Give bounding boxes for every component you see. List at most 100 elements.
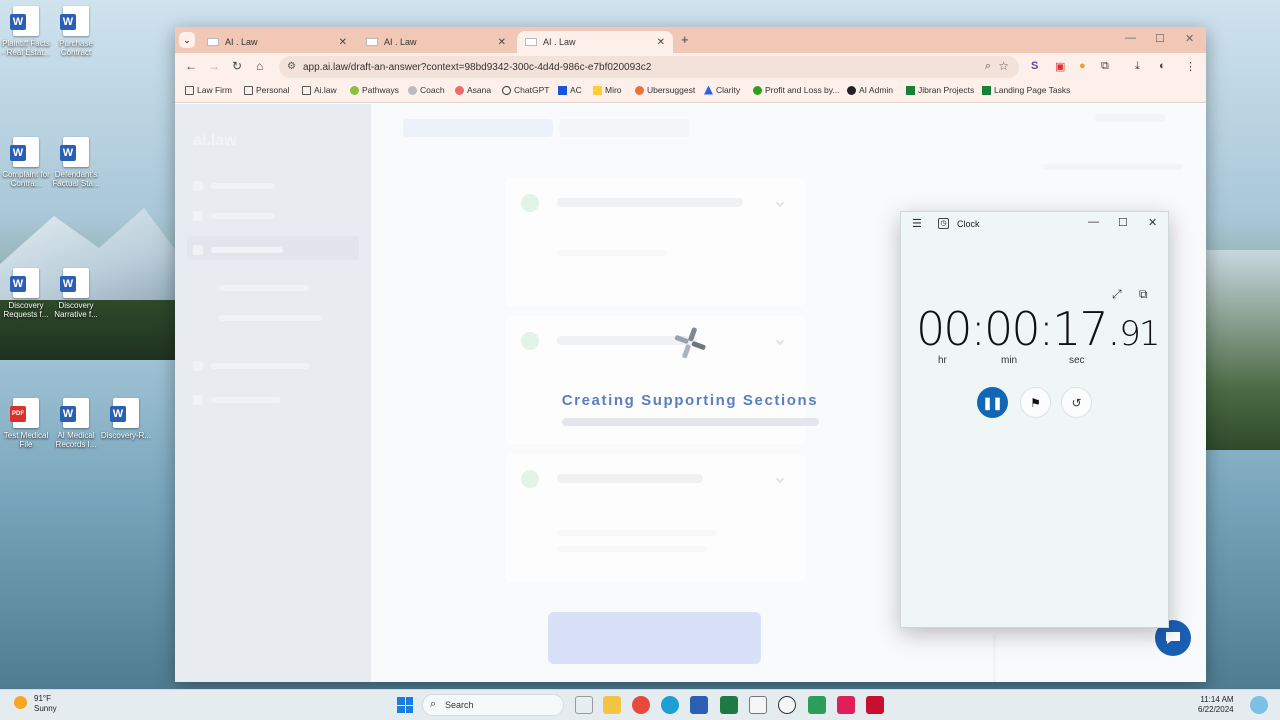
word-icon[interactable] [690, 696, 708, 714]
folder-icon [185, 85, 194, 95]
slack-icon[interactable] [837, 696, 855, 714]
desktop-icon[interactable]: PDF Test Medical File [0, 398, 52, 449]
ai-law-favicon-icon [207, 38, 219, 46]
bookmark-label: AC [570, 85, 582, 95]
bookmark-item[interactable]: Asana [455, 85, 491, 95]
coach-icon [408, 85, 417, 95]
expand-icon[interactable]: ⤢ [1112, 287, 1122, 302]
close-tab-icon[interactable]: ✕ [498, 37, 506, 48]
bookmark-item[interactable]: Miro [593, 85, 622, 95]
browser-tab[interactable]: AI . Law ✕ [199, 31, 355, 53]
browser-tab[interactable]: AI . Law ✕ [358, 31, 514, 53]
temperature: 91°F [34, 694, 51, 703]
close-tab-icon[interactable]: ✕ [339, 37, 347, 48]
desktop-icon-label: Discovery Requests f... [3, 301, 49, 319]
hamburger-menu-icon[interactable]: ☰ [912, 217, 922, 230]
sheets-icon [906, 85, 915, 95]
mail-icon[interactable] [575, 696, 593, 714]
bookmark-item[interactable]: ChatGPT [502, 85, 549, 95]
download-icon[interactable]: ⤓ [1135, 60, 1140, 73]
profile-avatar-icon[interactable]: ◐ [1159, 60, 1166, 72]
close-tab-icon[interactable]: ✕ [657, 37, 665, 48]
desktop-icon[interactable]: W AI Medical Records I... [50, 398, 102, 449]
system-clock[interactable]: 11:14 AM 6/22/2024 [1198, 695, 1234, 715]
windows-start-icon[interactable] [397, 697, 413, 713]
bookmark-item[interactable]: Jibran Projects [906, 85, 974, 95]
excel-icon[interactable] [720, 696, 738, 714]
maximize-icon[interactable]: ☐ [1155, 32, 1165, 45]
desktop-icon[interactable]: W Plaintiff Facts - Real Estat... [0, 6, 52, 57]
bookmark-label: ChatGPT [514, 85, 550, 95]
url-text: app.ai.law/draft-an-answer?context=98bd9… [303, 61, 652, 73]
reset-button[interactable]: ↺ [1061, 387, 1092, 418]
taskbar: 91°F Sunny ⌕ Search 11:14 AM 6/22/2024 [0, 689, 1280, 720]
bookmark-label: Law Firm [197, 85, 232, 95]
folder-icon [302, 85, 311, 95]
site-info-icon[interactable]: ⚙ [287, 61, 296, 72]
bookmark-item[interactable]: Coach [408, 85, 445, 95]
new-tab-icon[interactable]: + [681, 32, 689, 47]
desktop-icon[interactable]: W Discovery Narrative f... [50, 268, 102, 319]
search-placeholder: Search [445, 700, 474, 710]
bookmark-star-icon[interactable]: ☆ [998, 59, 1009, 73]
bookmark-label: Ubersuggest [647, 85, 696, 95]
keep-on-top-icon[interactable]: ⧉ [1139, 287, 1148, 302]
bookmark-item[interactable]: Landing Page Tasks [982, 85, 1070, 95]
desktop-icon[interactable]: W Discovery-R... [100, 398, 152, 440]
extension-s-icon[interactable]: S [1031, 60, 1038, 72]
taskbar-search[interactable]: ⌕ Search [422, 694, 564, 716]
weather-widget[interactable]: 91°F Sunny [14, 694, 57, 714]
meet-icon[interactable] [808, 696, 826, 714]
address-bar[interactable]: ⚙ app.ai.law/draft-an-answer?context=98b… [279, 56, 1019, 78]
bookmark-item[interactable]: Law Firm [185, 85, 232, 95]
clock-taskbar-icon[interactable] [778, 696, 796, 714]
copilot-icon[interactable] [1250, 696, 1268, 714]
tab-title: AI . Law [543, 37, 576, 47]
file-explorer-icon[interactable] [603, 696, 621, 714]
chrome-icon[interactable] [632, 696, 650, 714]
close-window-icon[interactable]: ✕ [1148, 216, 1157, 229]
bookmark-item[interactable]: Ubersuggest [635, 85, 695, 95]
desktop-icon[interactable]: W Discovery Requests f... [0, 268, 52, 319]
maximize-icon[interactable]: ☐ [1118, 216, 1128, 229]
desktop-icon-label: Purchase Contract [59, 39, 93, 57]
pause-button[interactable]: ❚❚ [977, 387, 1008, 418]
home-icon[interactable]: ⌂ [256, 59, 263, 73]
close-window-icon[interactable]: ✕ [1185, 32, 1194, 45]
desktop-icon[interactable]: W Purchase Contract [50, 6, 102, 57]
extension-calendar-icon[interactable]: ▣ [1055, 60, 1065, 73]
tab-search-button[interactable]: ⌄ [179, 32, 195, 48]
word-file-icon: W [10, 137, 39, 167]
bookmark-item[interactable]: Personal [244, 85, 290, 95]
tab-title: AI . Law [225, 37, 258, 47]
hours-label: hr [938, 355, 947, 366]
forward-icon[interactable]: → [208, 59, 220, 73]
back-icon[interactable]: ← [185, 59, 197, 73]
asana-icon [455, 85, 464, 95]
browser-tab-active[interactable]: AI . Law ✕ [517, 31, 673, 53]
zoom-icon[interactable]: ⌕ [985, 60, 991, 73]
lap-button[interactable]: ⚑ [1020, 387, 1051, 418]
desktop-icon[interactable]: W Defendant's Factual Sta... [50, 137, 102, 188]
minimize-icon[interactable]: — [1088, 216, 1099, 228]
extension-orange-icon[interactable]: ● [1079, 60, 1086, 72]
miro-icon [593, 85, 602, 95]
bookmark-item[interactable]: AC [558, 85, 582, 95]
bookmark-item[interactable]: Clarity [704, 85, 740, 95]
bookmark-label: Clarity [716, 85, 741, 95]
desktop-icon[interactable]: W Complaint for Contra... [0, 137, 52, 188]
browser-menu-icon[interactable]: ⋮ [1185, 60, 1196, 73]
reload-icon[interactable]: ↻ [232, 59, 242, 73]
desktop-icon-label: Discovery Narrative f... [54, 301, 98, 319]
ai-law-favicon-icon [366, 38, 378, 46]
bookmark-item[interactable]: AI Admin [847, 85, 893, 95]
bookmark-item[interactable]: Profit and Loss by... [753, 85, 840, 95]
bookmark-item[interactable]: Pathways [350, 85, 399, 95]
bookmark-item[interactable]: Ai.law [302, 85, 337, 95]
reset-icon: ↺ [1071, 395, 1082, 410]
minimize-icon[interactable]: — [1125, 32, 1136, 44]
acrobat-icon[interactable] [866, 696, 884, 714]
chat-app-icon[interactable] [749, 696, 767, 714]
extensions-puzzle-icon[interactable]: ⧉ [1101, 60, 1109, 73]
edge-icon[interactable] [661, 696, 679, 714]
